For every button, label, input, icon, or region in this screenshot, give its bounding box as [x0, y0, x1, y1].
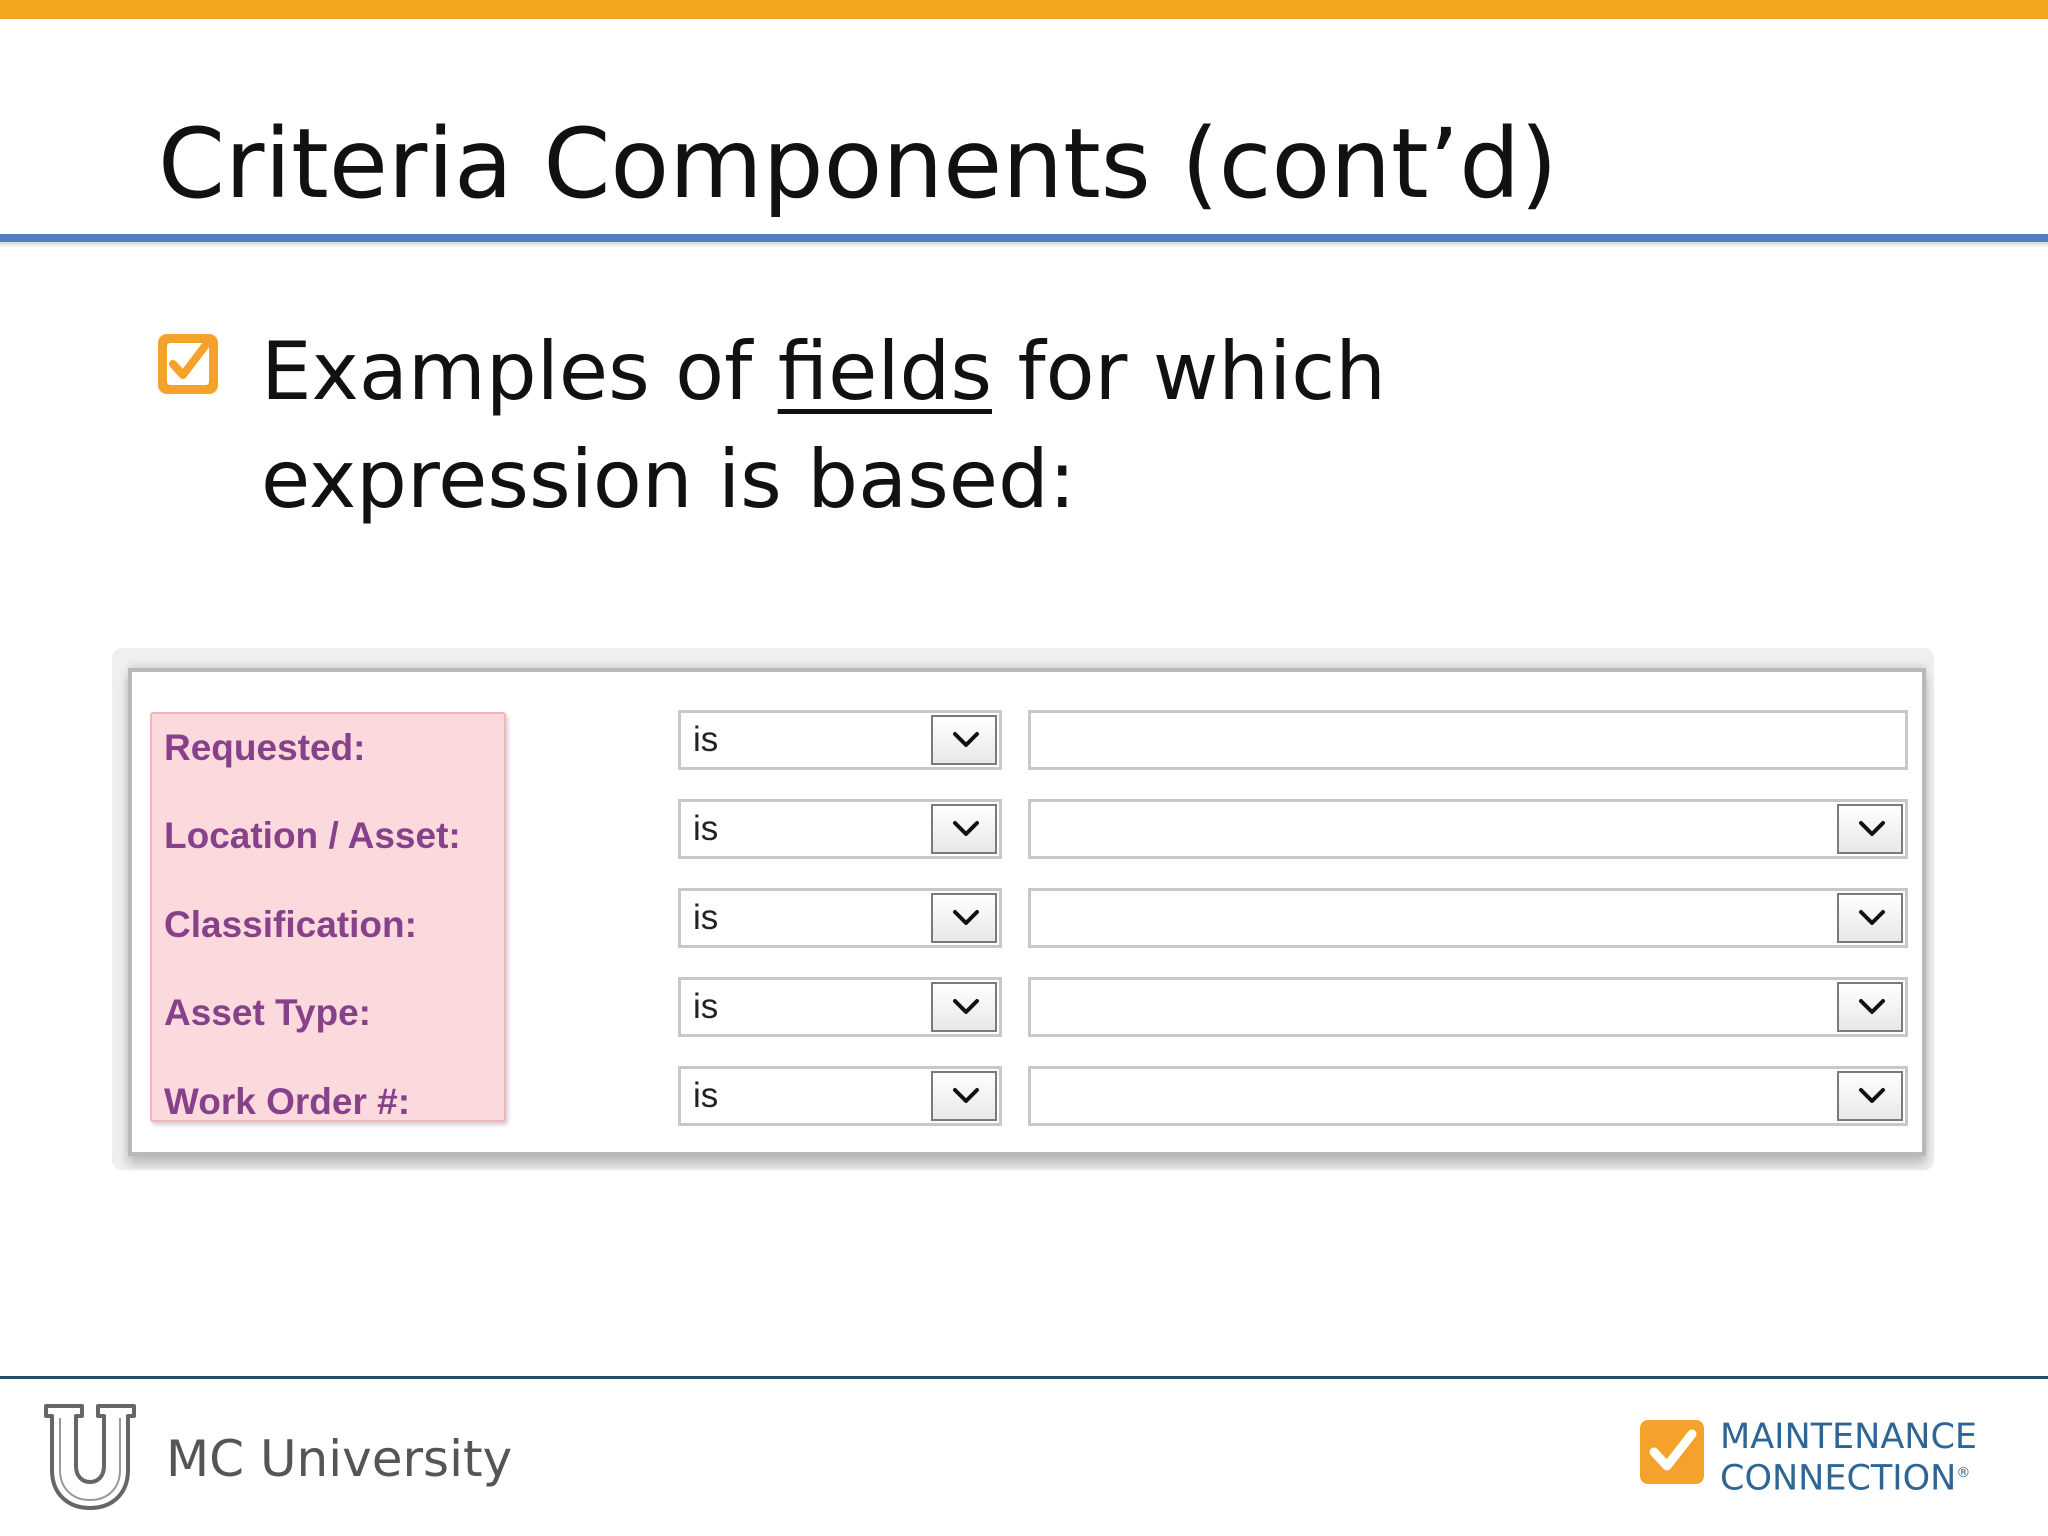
- operator-value: is: [693, 898, 719, 937]
- chevron-down-icon[interactable]: [1837, 893, 1903, 943]
- checkbox-checked-icon: [158, 334, 218, 394]
- bullet-text-start: Examples of: [261, 325, 778, 418]
- chevron-down-icon[interactable]: [931, 893, 997, 943]
- bullet-emphasis: fields: [777, 325, 993, 418]
- operator-value: is: [693, 1076, 719, 1115]
- footer-university-name: MC University: [166, 1430, 513, 1488]
- operator-value: is: [693, 809, 719, 848]
- operator-select-classification[interactable]: is: [678, 888, 1002, 948]
- brand-name-line1: MAINTENANCE: [1720, 1417, 1977, 1457]
- operator-select-location-asset[interactable]: is: [678, 799, 1002, 859]
- field-label-work-order: Work Order #:: [164, 1081, 411, 1122]
- field-label-asset-type: Asset Type:: [164, 992, 371, 1033]
- u-shield-logo: [44, 1404, 136, 1510]
- operator-select-asset-type[interactable]: is: [678, 977, 1002, 1037]
- checkmark-logo: [1640, 1420, 1704, 1484]
- bullet-text: Examples of fields for which expression …: [261, 318, 1821, 534]
- field-label-classification: Classification:: [164, 904, 417, 945]
- slide-title: Criteria Components (cont’d): [158, 108, 1558, 220]
- chevron-down-icon[interactable]: [1837, 982, 1903, 1032]
- brand-name-line2-text: CONNECTION: [1720, 1458, 1957, 1499]
- chevron-down-icon[interactable]: [1837, 1071, 1903, 1121]
- title-divider: [0, 234, 2048, 242]
- footer-divider: [0, 1376, 2048, 1379]
- criteria-form: Requested: Location / Asset: Classificat…: [128, 668, 1926, 1156]
- operator-value: is: [693, 987, 719, 1026]
- operator-select-work-order[interactable]: is: [678, 1066, 1002, 1126]
- operator-value: is: [693, 720, 719, 759]
- field-labels-highlight: Requested: Location / Asset: Classificat…: [150, 712, 506, 1122]
- top-accent-bar: [0, 0, 2048, 19]
- field-label-location-asset: Location / Asset:: [164, 815, 461, 856]
- chevron-down-icon[interactable]: [931, 982, 997, 1032]
- registered-mark: ®: [1956, 1465, 1971, 1481]
- chevron-down-icon[interactable]: [931, 715, 997, 765]
- field-label-requested: Requested:: [164, 727, 366, 768]
- value-input-requested[interactable]: [1028, 710, 1908, 770]
- brand-name-line2: CONNECTION®: [1720, 1454, 1970, 1498]
- chevron-down-icon[interactable]: [931, 804, 997, 854]
- value-select-location-asset[interactable]: [1028, 799, 1908, 859]
- value-select-classification[interactable]: [1028, 888, 1908, 948]
- chevron-down-icon[interactable]: [931, 1071, 997, 1121]
- chevron-down-icon[interactable]: [1837, 804, 1903, 854]
- value-select-work-order[interactable]: [1028, 1066, 1908, 1126]
- operator-select-requested[interactable]: is: [678, 710, 1002, 770]
- value-select-asset-type[interactable]: [1028, 977, 1908, 1037]
- title-divider-shadow: [0, 242, 2048, 248]
